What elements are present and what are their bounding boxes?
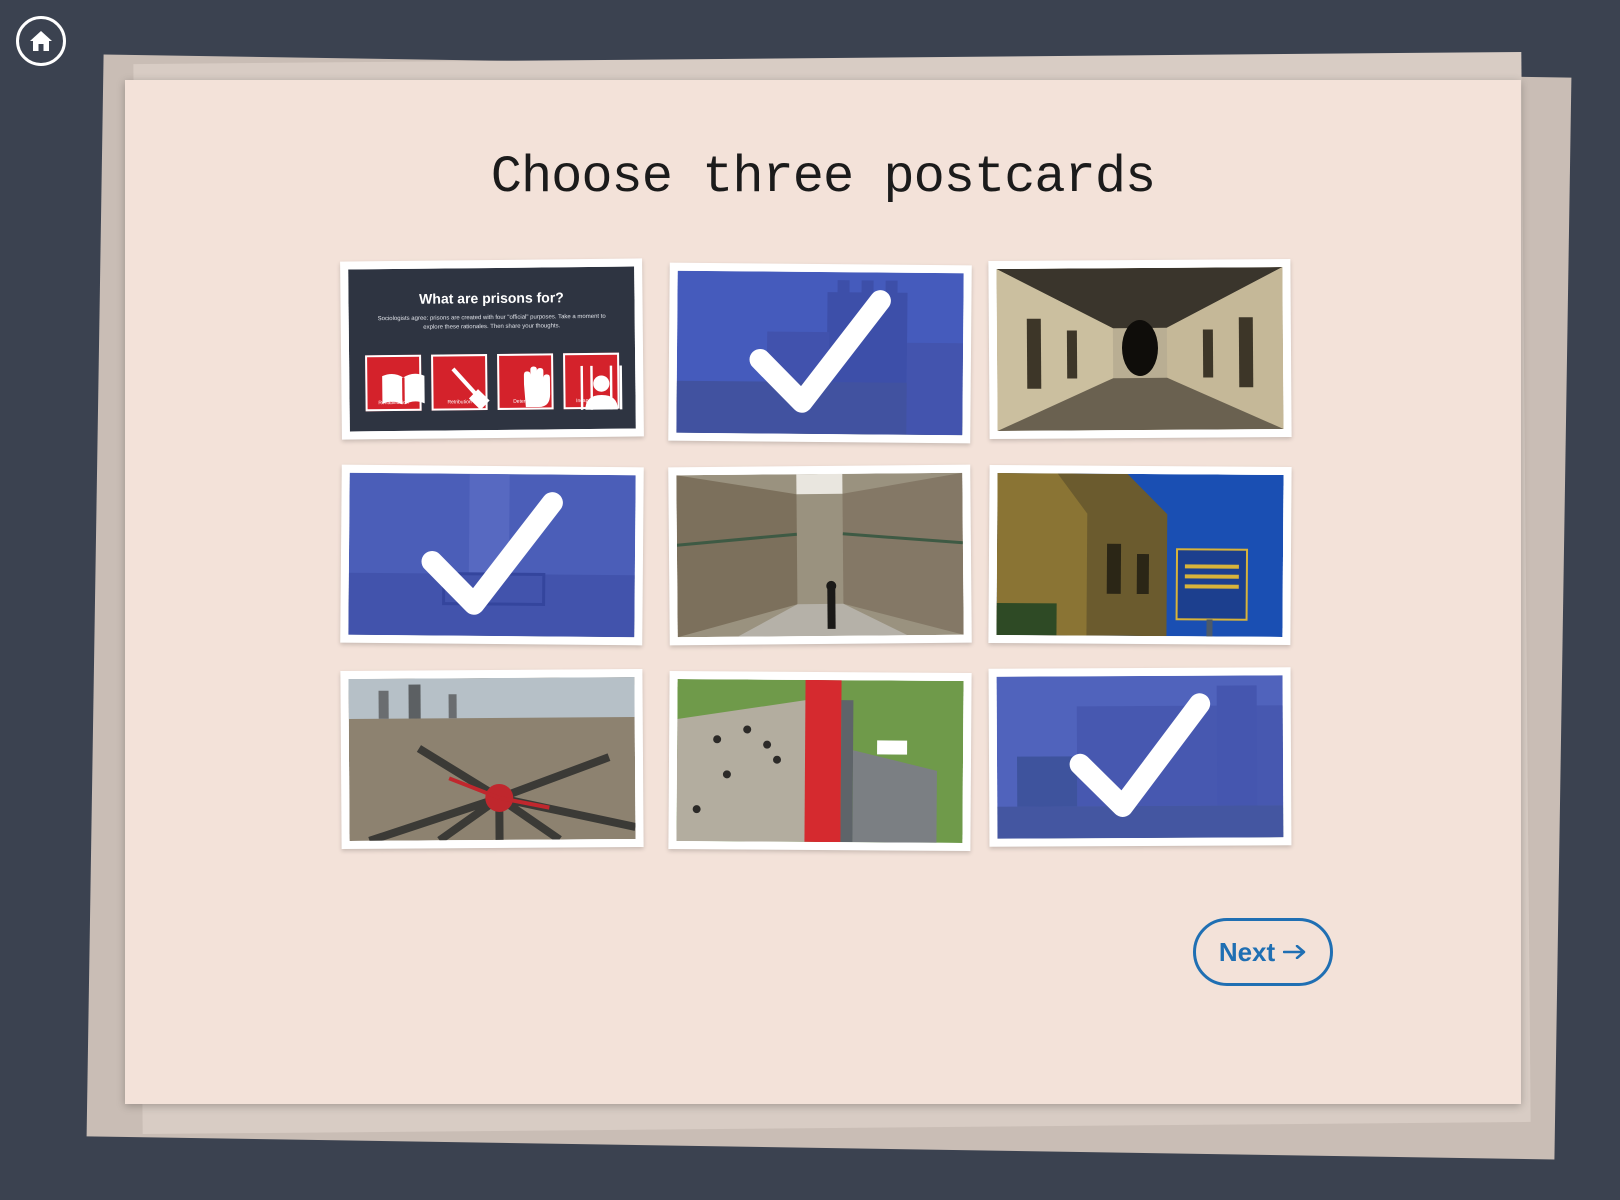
prisoner-icon xyxy=(580,365,623,410)
hammer-icon xyxy=(451,367,490,410)
home-icon xyxy=(30,31,52,51)
postcard-facade-historic-marker[interactable] xyxy=(988,464,1292,646)
postcard-image xyxy=(348,677,636,841)
incapacitation-label: Incapacitation xyxy=(576,397,608,405)
postcard-two-tier-cellblock[interactable] xyxy=(668,464,972,646)
book-icon xyxy=(382,373,425,406)
hand-icon xyxy=(523,366,551,408)
selected-overlay xyxy=(996,675,1284,839)
postcard-image xyxy=(348,472,636,638)
selected-overlay xyxy=(676,270,964,436)
next-button[interactable]: Next xyxy=(1193,918,1333,986)
activity-card: Choose three postcards What are prisons … xyxy=(125,80,1521,1104)
incapacitation-tile: Incapacitation xyxy=(563,352,623,410)
postcard-image xyxy=(676,472,964,638)
rehabilitation-label: Rehabilitation xyxy=(378,399,409,407)
postcard-image: What are prisons for? Sociologists agree… xyxy=(348,266,636,432)
rehabilitation-tile: Rehabilitation xyxy=(365,354,425,412)
selected-overlay xyxy=(348,472,636,638)
postcard-aerial-radial-plan[interactable] xyxy=(340,668,644,850)
retribution-tile: Retribution xyxy=(431,354,490,411)
home-button[interactable] xyxy=(16,16,66,66)
postcard-subtitle: Sociologists agree: prisons are created … xyxy=(377,313,606,331)
checkmark-icon xyxy=(421,492,563,615)
postcard-cellblock-corridor[interactable] xyxy=(988,258,1292,440)
postcard-grid: What are prisons for? Sociologists agree… xyxy=(340,258,1321,870)
page-title: Choose three postcards xyxy=(490,148,1157,207)
arrow-right-icon xyxy=(1283,945,1306,959)
deterrence-tile: Deterrence xyxy=(497,353,554,410)
postcard-prison-wall-exterior[interactable] xyxy=(988,667,1292,847)
postcard-image xyxy=(996,267,1284,431)
postcard-visitors-monument[interactable] xyxy=(668,670,972,852)
postcard-image xyxy=(676,679,964,843)
postcard-cell-interior[interactable] xyxy=(340,464,644,646)
postcard-image xyxy=(996,675,1284,839)
postcard-title: What are prisons for? xyxy=(419,289,564,307)
retribution-label: Retribution xyxy=(447,399,472,406)
purpose-icons: Rehabilitation Retribution Deterrence In… xyxy=(365,352,623,412)
postcard-prison-tower[interactable] xyxy=(668,262,972,444)
checkmark-icon xyxy=(1069,693,1211,817)
next-button-label: Next xyxy=(1218,936,1276,967)
postcard-prisons-purposes[interactable]: What are prisons for? Sociologists agree… xyxy=(340,258,644,440)
postcard-image xyxy=(996,473,1284,637)
checkmark-icon xyxy=(749,290,891,413)
postcard-image xyxy=(676,270,964,436)
deterrence-label: Deterrence xyxy=(513,398,538,405)
